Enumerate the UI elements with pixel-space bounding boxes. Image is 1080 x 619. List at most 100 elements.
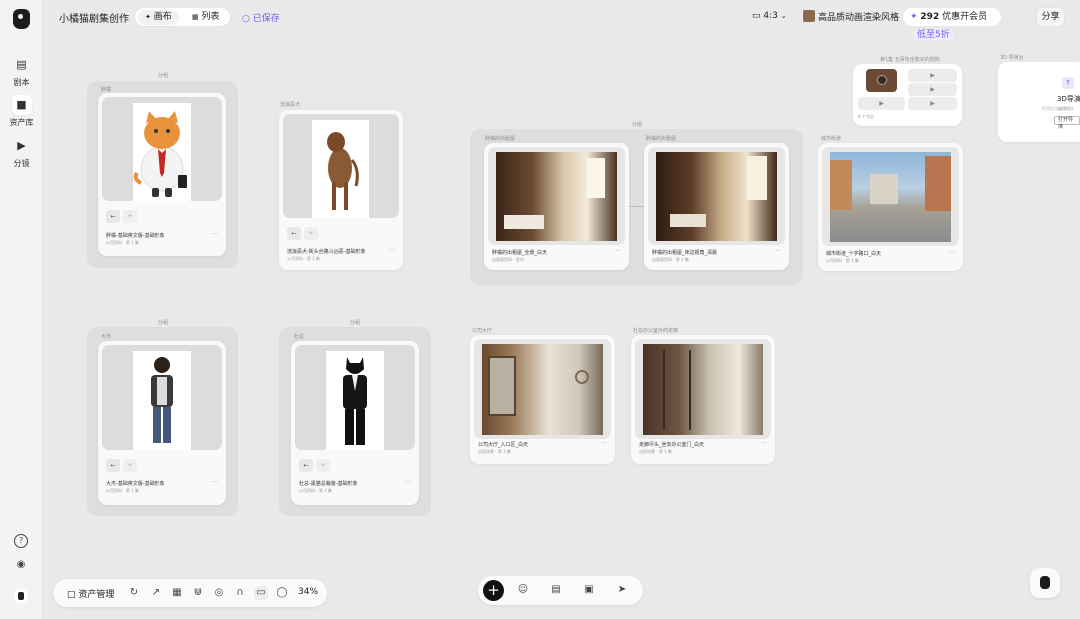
left-sidebar: ▤ 剧本 ■ 资产库 ▶ 分镜 ? ◉ (0, 0, 43, 619)
branch-icon[interactable]: ⋓ (191, 586, 205, 600)
view-switch: ✦ 画布 ▦ 列表 (134, 7, 231, 27)
asset-management-button[interactable]: □ 资产管理 (67, 587, 114, 600)
more-icon[interactable]: ··· (615, 248, 621, 255)
add-node-button[interactable]: + (483, 580, 504, 601)
more-icon[interactable]: ··· (775, 248, 781, 255)
assistant-logo-icon (1040, 576, 1050, 589)
group-dajie[interactable]: 大杰 ← + 大杰-基础英文版-基础形象 公司资料 · 第 1 集 ··· (87, 327, 238, 516)
tab-list[interactable]: ▦ 列表 (185, 10, 227, 25)
add-icon[interactable]: + (123, 210, 137, 223)
group-rooms[interactable]: 胖橘的出租屋 胖橘的出租屋 胖橘的出租屋_全景_白天 出租屋资料 · 室内 ··… (470, 129, 803, 285)
storyboard-label: 第1集 五百块全款买的狗狗 (880, 57, 940, 63)
open-director-button[interactable]: 打开导演 (1054, 116, 1080, 130)
arrow-left-icon[interactable]: ← (106, 210, 120, 223)
arrow-left-icon[interactable]: ← (299, 459, 313, 472)
asset-card-dog[interactable]: ← + 流浪恶犬-街头丝路斗凶恶-基础形象 公司资料 · 第 1 集 ··· (279, 110, 403, 270)
asset-meta: 出现场景 · 第 1 集 (478, 449, 511, 454)
aspect-ratio-select[interactable]: ▭ 4:3 ⌄ (752, 11, 787, 21)
nav-storyboard[interactable]: ▶ 分镜 (4, 131, 39, 171)
more-icon[interactable]: ··· (212, 231, 218, 238)
style-thumbnail (803, 10, 815, 22)
zoom-level[interactable]: 34% (298, 587, 318, 597)
group-fatcat[interactable]: 胖橘 ← + 胖橘-基础英文版-基础形象 公司资料 · 第 1 集 ··· (87, 81, 238, 268)
asset-name: 城市街道_十字路口_白天 (826, 251, 882, 257)
storyboard-node[interactable]: ▶ ▶ ▶ ▶ 8 个节点 (853, 64, 962, 126)
asset-name: 胖橘的出租屋_全景_白天 (492, 250, 548, 256)
create-toolbar: + ☺ ▤ ▣ ➤ (478, 576, 643, 605)
director-node[interactable]: ↑ 3D导演 打开后可编辑镜头 打开导演 (998, 62, 1080, 142)
asset-card-dujiao[interactable]: ← + 杜总-黑猫总裁装-基础形象 公司资料 · 第 1 集 ··· (291, 341, 419, 505)
nav-asset-library[interactable]: ■ 资产库 (4, 90, 39, 130)
asset-meta: 公司资料 · 第 1 集 (299, 488, 332, 493)
group-label: 分组 (632, 122, 643, 128)
more-icon[interactable]: ··· (601, 440, 607, 447)
style-select[interactable]: 高品质动画渲染风格 (803, 10, 899, 23)
building-left (830, 160, 852, 210)
pointer-icon[interactable]: ➤ (615, 583, 629, 597)
director-label: 3D 导演台 (1000, 55, 1024, 61)
video-icon[interactable]: ▶ (908, 69, 957, 82)
asset-card-dajie[interactable]: ← + 大杰-基础英文版-基础形象 公司资料 · 第 1 集 ··· (98, 341, 226, 505)
caption-icon[interactable]: ▣ (582, 583, 596, 597)
credits-badge[interactable]: ✦ 292 优惠开会员低至5折 (902, 7, 1002, 41)
avatar[interactable] (14, 589, 28, 603)
assistant-button[interactable] (1030, 568, 1060, 598)
dajie-image (133, 351, 191, 450)
add-icon[interactable]: + (123, 459, 137, 472)
video-icon[interactable]: ▶ (908, 83, 957, 96)
mouse-icon[interactable]: ◯ (275, 586, 289, 600)
book-open-icon[interactable]: ▤ (549, 583, 563, 597)
upload-icon: ↑ (1062, 77, 1074, 89)
more-icon[interactable]: ··· (761, 440, 767, 447)
asset-card-room-bed[interactable]: 胖橘的出租屋_床边视角_清晨 出租屋资料 · 第 1 集 ··· (644, 143, 789, 270)
grid-icon: ▦ (192, 13, 199, 21)
video-icon[interactable]: ▶ (858, 97, 905, 110)
asset-name: 胖橘-基础英文版-基础形象 (106, 233, 165, 239)
bell-icon[interactable]: ◉ (14, 559, 28, 573)
canvas-icon: ✦ (145, 13, 151, 21)
image-frame (102, 97, 222, 201)
asset-name: 大杰-基础英文版-基础形象 (106, 481, 165, 487)
image-frame (822, 147, 959, 246)
video-icon[interactable]: ▶ (908, 97, 957, 110)
ratio-value: 4:3 (763, 11, 778, 21)
nav-asset-label: 资产库 (9, 118, 34, 127)
tab-canvas[interactable]: ✦ 画布 (138, 10, 179, 25)
app-logo[interactable] (13, 9, 30, 29)
card-tag: 杜总办公室外的走廊 (633, 328, 679, 334)
share-button[interactable]: 分享 (1036, 7, 1065, 27)
nav-storyboard-label: 分镜 (13, 159, 30, 168)
group-tag: 大杰 (101, 334, 112, 340)
more-icon[interactable]: ··· (405, 479, 411, 486)
connector-line (629, 206, 644, 207)
group-dujiao[interactable]: 杜总 ← + 杜总-黑猫总裁装-基础形象 公司资料 · 第 1 集 ··· (279, 327, 431, 516)
asset-card-corridor[interactable]: 走廊尽头_坐向办公室门_白天 出现场景 · 第 1 集 ··· (631, 335, 775, 464)
add-icon[interactable]: + (304, 227, 318, 240)
more-icon[interactable]: ··· (212, 479, 218, 486)
help-icon[interactable]: ? (14, 534, 28, 548)
project-title[interactable]: 小橘猫剧集创作 (59, 10, 129, 25)
more-icon[interactable]: ··· (949, 249, 955, 256)
asset-card-lobby[interactable]: 公司大厅_入口区_白天 出现场景 · 第 1 集 ··· (470, 335, 615, 464)
nav-script[interactable]: ▤ 剧本 (4, 50, 39, 90)
refresh-icon[interactable]: ↻ (127, 586, 141, 600)
asset-card-fatcat[interactable]: ← + 胖橘-基础英文版-基础形象 公司资料 · 第 1 集 ··· (98, 93, 226, 256)
magnet-icon[interactable]: ∩ (233, 586, 247, 600)
arrow-left-icon[interactable]: ← (287, 227, 301, 240)
asset-meta: 出租屋资料 · 室内 (492, 257, 524, 262)
asset-management-label: 资产管理 (78, 590, 115, 600)
saved-label: 已保存 (252, 14, 280, 24)
fat-cat-image (133, 103, 191, 201)
curve-icon[interactable]: ↗ (149, 586, 163, 600)
asset-card-room-full[interactable]: 胖橘的出租屋_全景_白天 出租屋资料 · 室内 ··· (484, 143, 629, 270)
target-icon[interactable]: ◎ (212, 586, 226, 600)
dog-illustration (327, 132, 359, 210)
asset-card-city[interactable]: 城市街道_十字路口_白天 公司资料 · 第 1 集 ··· (818, 143, 963, 271)
add-icon[interactable]: + (316, 459, 330, 472)
grid-icon[interactable]: ▦ (170, 586, 184, 600)
group-label: 分组 (350, 320, 361, 326)
laptop-icon[interactable]: ▭ (254, 586, 268, 600)
more-icon[interactable]: ··· (389, 247, 395, 254)
add-character-icon[interactable]: ☺ (516, 583, 530, 597)
arrow-left-icon[interactable]: ← (106, 459, 120, 472)
